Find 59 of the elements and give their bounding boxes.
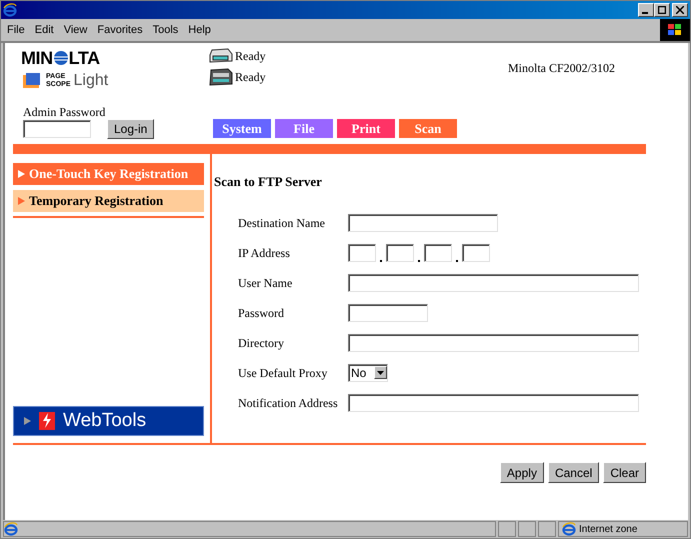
input-field[interactable]	[348, 304, 428, 322]
tab[interactable]: File	[275, 119, 333, 138]
field-label: IP Address	[238, 244, 291, 260]
form-button[interactable]: Cancel	[548, 462, 600, 483]
sidebar-item[interactable]: Temporary Registration	[13, 190, 204, 212]
close-button[interactable]	[672, 3, 688, 17]
lightning-logo-icon	[39, 412, 55, 430]
form-button[interactable]: Clear	[603, 462, 646, 483]
ip-octet-field[interactable]	[348, 244, 376, 262]
field-label: Use Default Proxy	[238, 364, 328, 380]
tab[interactable]: System	[213, 119, 271, 138]
field-label: Notification Address	[238, 394, 338, 410]
arrow-icon	[18, 197, 25, 205]
browser-icon	[3, 3, 17, 17]
webtools-label: WebTools	[63, 408, 146, 433]
status-text: Ready	[235, 69, 266, 86]
menu-item[interactable]: View	[64, 22, 88, 38]
field-label: Destination Name	[238, 214, 326, 230]
menu-item[interactable]: Favorites	[97, 22, 143, 38]
input-field[interactable]	[348, 274, 639, 292]
arrow-icon	[24, 417, 31, 425]
input-field[interactable]	[348, 214, 498, 232]
close-icon	[676, 6, 684, 14]
sidebar-item-label: One-Touch Key Registration	[29, 165, 188, 184]
zone-text: Internet zone	[579, 522, 638, 536]
model-name: Minolta CF2002/3102	[508, 60, 616, 77]
copier-icon	[208, 68, 234, 86]
form-button[interactable]: Apply	[500, 462, 544, 483]
section-title: Scan to FTP Server	[214, 173, 323, 191]
menu-item[interactable]: Help	[188, 22, 211, 38]
menu-item[interactable]: Edit	[34, 22, 54, 38]
login-button[interactable]: Log-in	[107, 119, 154, 139]
windows-logo-icon	[660, 19, 690, 41]
tab[interactable]: Print	[337, 119, 395, 138]
menu-item[interactable]: Tools	[152, 22, 178, 38]
brand-logo: MIN LTA	[21, 47, 101, 69]
dropdown[interactable]: No	[348, 364, 388, 382]
maximize-button[interactable]	[654, 3, 670, 17]
field-label: Password	[238, 304, 286, 320]
ip-octet-field[interactable]	[386, 244, 414, 262]
sidebar-item-label: Temporary Registration	[29, 192, 164, 210]
input-field[interactable]	[348, 394, 639, 412]
ip-octet-field[interactable]	[462, 244, 490, 262]
caret-icon	[377, 370, 384, 374]
field-label: User Name	[238, 274, 294, 290]
input-field[interactable]	[348, 334, 639, 352]
password-field[interactable]	[23, 120, 91, 138]
printer-icon	[208, 48, 234, 64]
menu-item[interactable]: File	[7, 22, 25, 38]
arrow-icon	[18, 170, 25, 178]
browser-icon	[562, 522, 576, 536]
maximize-icon	[658, 6, 666, 14]
ip-octet-field[interactable]	[424, 244, 452, 262]
field-label: Admin Password	[23, 105, 106, 119]
status-text: Ready	[235, 48, 266, 65]
field-label: Directory	[238, 334, 285, 350]
minimize-button[interactable]	[638, 3, 654, 17]
browser-icon	[4, 522, 18, 536]
webtools-banner[interactable]: WebTools	[13, 406, 204, 436]
